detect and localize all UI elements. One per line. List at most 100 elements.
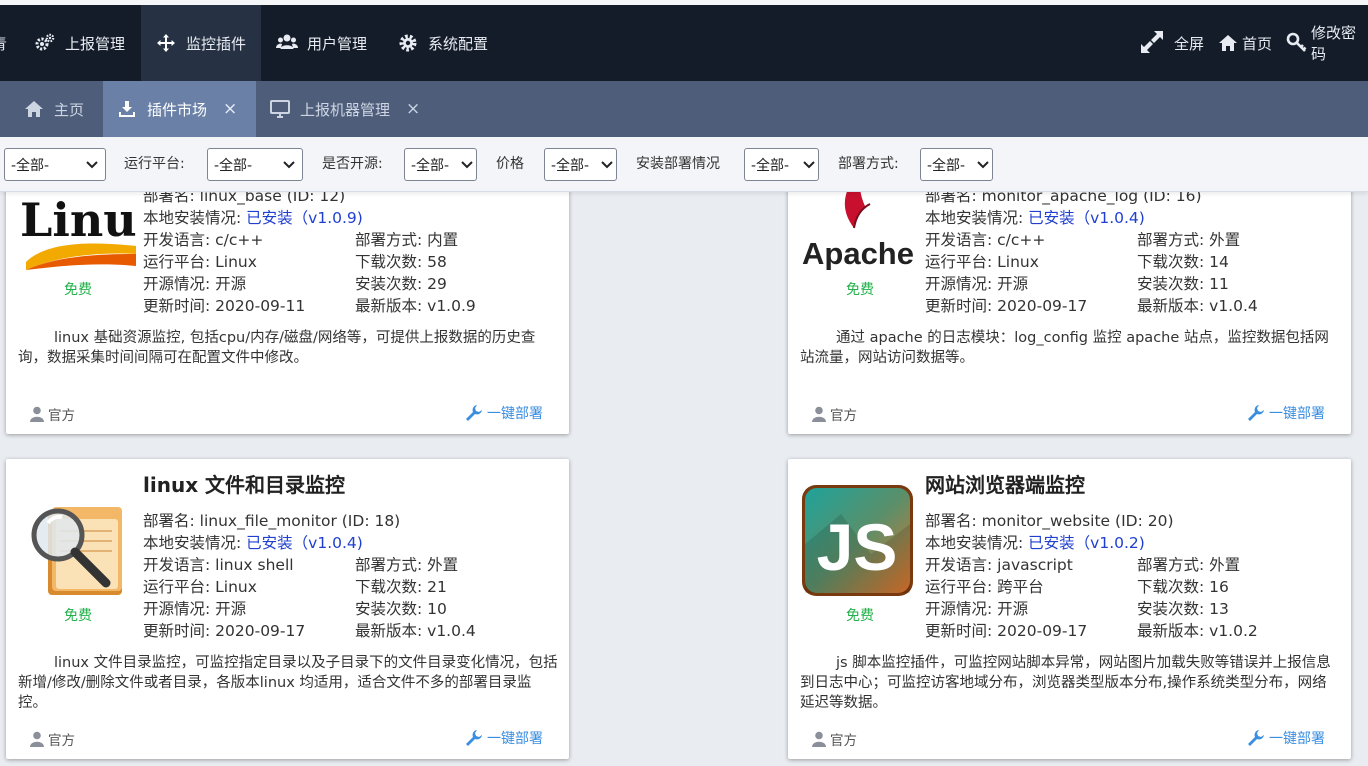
tab-plugin-market[interactable]: 插件市场 × <box>103 81 256 137</box>
author-label: 官方 <box>48 733 75 749</box>
change-password-link[interactable]: 修改密码 <box>1286 5 1368 81</box>
plugin-card: linux 文件和目录监控 免费 部署名: linux_file_monitor… <box>6 459 569 759</box>
nav-item-system-config[interactable]: 系统配置 <box>385 5 500 81</box>
update-time: 更新时间: 2020-09-17 <box>143 622 306 640</box>
gear-icon <box>397 32 419 54</box>
install-status-label: 本地安装情况: <box>143 209 247 227</box>
author-info: 官方 <box>30 729 75 749</box>
chevron-down-icon <box>803 161 815 169</box>
author-label: 官方 <box>830 408 857 424</box>
plugin-title[interactable]: 网站浏览器端监控 <box>925 469 1085 498</box>
one-click-deploy-button[interactable]: 一键部署 <box>465 728 543 748</box>
user-icon <box>812 731 826 747</box>
run-platform: 运行平台: Linux <box>925 253 1039 271</box>
chevron-down-icon <box>283 161 295 169</box>
svg-text:Apache: Apache <box>802 236 914 270</box>
plugin-card: Linux 免费 部署名: linux_base (ID: 12) 本地安装情况… <box>6 150 569 434</box>
author-info: 官方 <box>812 404 857 424</box>
tab-close-icon[interactable]: × <box>406 99 420 119</box>
author-label: 官方 <box>48 408 75 424</box>
plugin-title[interactable]: linux 文件和目录监控 <box>143 469 345 498</box>
install-status-value[interactable]: 已安装（v1.0.9) <box>246 209 363 227</box>
nav-item-partial[interactable]: 青 <box>0 5 7 81</box>
monitor-icon <box>270 99 290 119</box>
chevron-down-icon <box>601 161 613 169</box>
deploy-button-label: 一键部署 <box>1269 406 1325 422</box>
fullscreen-label: 全屏 <box>1174 34 1205 53</box>
opensource-status: 开源情况: 开源 <box>925 275 1029 293</box>
wrench-icon <box>465 404 483 422</box>
plugin-meta: 部署名: monitor_website (ID: 20) 本地安装情况: 已安… <box>925 510 1258 642</box>
home-icon <box>24 99 44 119</box>
one-click-deploy-button[interactable]: 一键部署 <box>1247 728 1325 748</box>
home-link[interactable]: 首页 <box>1218 5 1272 81</box>
opensource-filter-select[interactable]: -全部- <box>404 148 477 181</box>
fullscreen-button[interactable]: 全屏 <box>1138 5 1204 81</box>
platform-filter-select[interactable]: -全部- <box>207 148 303 181</box>
install-status-value[interactable]: 已安装（v1.0.4) <box>1028 209 1145 227</box>
tab-report-machine-manage[interactable]: 上报机器管理 × <box>256 81 436 137</box>
nav-item-label: 监控插件 <box>186 34 247 53</box>
install-status-value[interactable]: 已安装（v1.0.2) <box>1028 534 1145 552</box>
deploy-mode: 部署方式: 外置 <box>355 556 459 574</box>
users-icon <box>276 32 298 54</box>
tab-report-machine-label: 上报机器管理 <box>300 100 391 119</box>
wrench-icon <box>465 729 483 747</box>
plugin-card: 网站浏览器端监控 JS 免费 部署名: monitor_website (ID:… <box>788 459 1351 759</box>
price-free-label: 免费 <box>846 608 874 624</box>
update-time: 更新时间: 2020-09-11 <box>143 297 306 315</box>
plugin-meta: 部署名: linux_base (ID: 12) 本地安装情况: 已安装（v1.… <box>143 185 476 317</box>
js-logo-text: JS <box>817 510 898 584</box>
install-status-label: 本地安装情况: <box>925 534 1029 552</box>
filter-bar: -全部- 运行平台: -全部- 是否开源: -全部- 价格 -全部- 安装部署情… <box>0 137 1368 192</box>
run-platform: 运行平台: Linux <box>143 578 257 596</box>
deploy-button-label: 一键部署 <box>1269 731 1325 747</box>
select-value: -全部- <box>11 157 50 174</box>
install-status-value[interactable]: 已安装（v1.0.4) <box>246 534 363 552</box>
dev-language: 开发语言: c/c++ <box>143 231 264 249</box>
deploy-name: 部署名: linux_file_monitor (ID: 18) <box>143 512 401 530</box>
install-count: 安装次数: 10 <box>355 600 447 618</box>
run-platform: 运行平台: 跨平台 <box>925 578 1044 596</box>
dev-language: 开发语言: linux shell <box>143 556 294 574</box>
plugin-description: linux 基础资源监控, 包括cpu/内存/磁盘/网络等，可提供上报数据的历史… <box>18 330 536 366</box>
install-count: 安装次数: 13 <box>1137 600 1229 618</box>
select-value: -全部- <box>411 157 450 174</box>
price-free-label: 免费 <box>64 608 92 624</box>
download-count: 下载次数: 58 <box>355 253 447 271</box>
nav-item-label: 系统配置 <box>428 34 489 53</box>
price-free-label: 免费 <box>846 282 874 298</box>
update-time: 更新时间: 2020-09-17 <box>925 622 1088 640</box>
chevron-down-icon <box>461 161 473 169</box>
chevron-down-icon <box>86 161 98 169</box>
first-filter-select[interactable]: -全部- <box>4 148 106 181</box>
select-value: -全部- <box>214 157 253 174</box>
nav-item-report-manage[interactable]: 上报管理 <box>22 5 137 81</box>
deploy-mode-filter-select[interactable]: -全部- <box>920 148 993 181</box>
home-icon <box>1218 33 1238 53</box>
tab-home-label: 主页 <box>54 100 85 119</box>
chevron-down-icon <box>977 161 989 169</box>
install-count: 安装次数: 29 <box>355 275 447 293</box>
nav-item-user-manage[interactable]: 用户管理 <box>264 5 379 81</box>
run-platform: 运行平台: Linux <box>143 253 257 271</box>
svg-text:Linux: Linux <box>20 193 136 247</box>
plugin-card: Apache 免费 部署名: monitor_apache_log (ID: 1… <box>788 150 1351 434</box>
arrows-move-icon <box>155 32 177 54</box>
dev-language: 开发语言: c/c++ <box>925 231 1046 249</box>
plugin-description: linux 文件目录监控，可监控指定目录以及子目录下的文件目录变化情况，包括新增… <box>18 655 558 711</box>
opensource-filter-label: 是否开源: <box>322 156 383 172</box>
tab-bar: 主页 插件市场 × 上报机器管理 × <box>0 81 1368 137</box>
install-status-filter-select[interactable]: -全部- <box>744 148 819 181</box>
one-click-deploy-button[interactable]: 一键部署 <box>465 403 543 423</box>
latest-version: 最新版本: v1.0.4 <box>355 622 476 640</box>
nav-item-monitor-plugins[interactable]: 监控插件 <box>141 5 261 81</box>
download-count: 下载次数: 21 <box>355 578 447 596</box>
top-navbar: 青 上报管理 监控插件 用户管理 系统配置 全屏 首页 <box>0 0 1368 81</box>
install-status-filter-label: 安装部署情况 <box>636 156 720 172</box>
one-click-deploy-button[interactable]: 一键部署 <box>1247 403 1325 423</box>
deploy-mode: 部署方式: 外置 <box>1137 231 1241 249</box>
price-filter-select[interactable]: -全部- <box>544 148 617 181</box>
tab-home[interactable]: 主页 <box>0 81 103 137</box>
tab-close-icon[interactable]: × <box>223 99 237 119</box>
